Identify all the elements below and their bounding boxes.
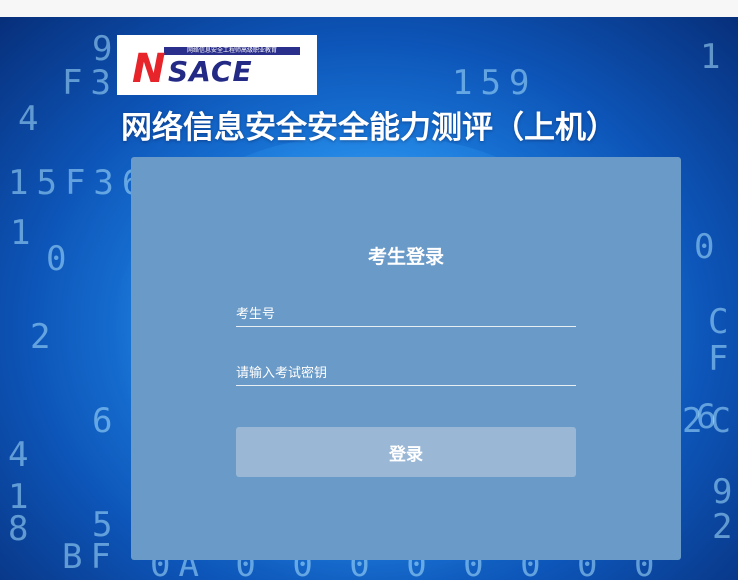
bg-glyph: F3 <box>62 63 119 103</box>
login-button[interactable]: 登录 <box>236 427 576 477</box>
browser-top-strip <box>0 0 738 17</box>
bg-glyph: F <box>708 339 737 379</box>
bg-glyph: 15F36 <box>8 163 151 203</box>
bg-glyph: 8 <box>8 509 37 549</box>
candidate-id-input[interactable] <box>236 302 576 324</box>
logo-subtitle: 网络信息安全工程师高级职业教育 <box>164 47 300 55</box>
candidate-id-field <box>236 302 576 327</box>
bg-glyph: 159 <box>452 63 538 103</box>
login-panel: 考生登录 登录 <box>131 157 681 560</box>
bg-glyph: 1 <box>700 37 729 77</box>
bg-glyph: 0 <box>46 239 75 279</box>
bg-glyph: 0 <box>694 227 723 267</box>
logo-mark: 网络信息安全工程师高级职业教育 N SACE <box>132 41 302 89</box>
bg-glyph: 9 <box>712 472 738 512</box>
bg-glyph: BF <box>62 537 119 577</box>
exam-key-input[interactable] <box>236 361 576 383</box>
nsace-logo: 网络信息安全工程师高级职业教育 N SACE <box>117 35 317 95</box>
exam-key-field <box>236 361 576 386</box>
logo-letter: N <box>132 46 166 92</box>
logo-text: SACE <box>168 55 253 88</box>
bg-glyph: 2 <box>30 317 59 357</box>
bg-glyph: C <box>708 302 737 342</box>
login-heading: 考生登录 <box>367 247 444 268</box>
bg-glyph: 6 <box>92 401 121 441</box>
bg-glyph: 2 <box>712 507 738 547</box>
bg-glyph: 2C <box>682 401 738 441</box>
bg-glyph: 1 <box>10 213 39 253</box>
page-title: 网络信息安全安全能力测评（上机） <box>121 110 617 145</box>
bg-glyph: 4 <box>8 435 37 475</box>
